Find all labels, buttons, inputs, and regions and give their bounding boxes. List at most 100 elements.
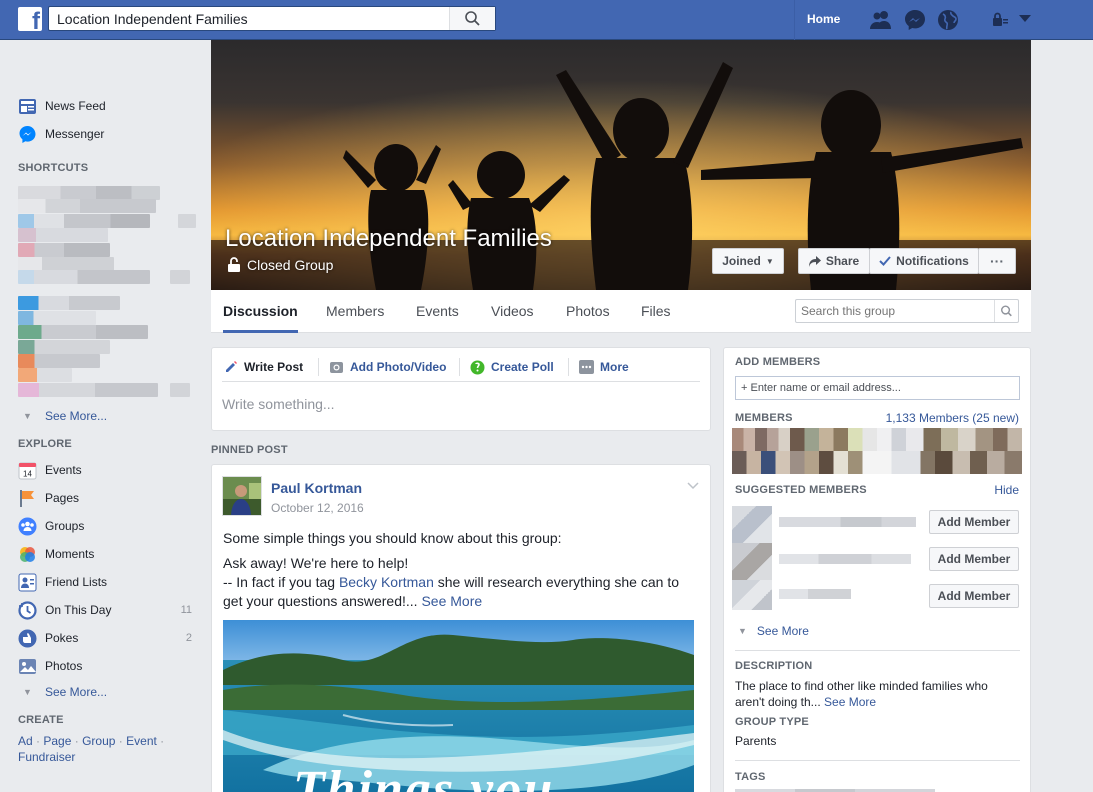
suggested-member-name[interactable] xyxy=(779,554,911,564)
group-cover-photo[interactable]: Location Independent Families Closed Gro… xyxy=(211,40,1031,290)
sidebar-item-on-this-day[interactable]: On This Day xyxy=(18,600,111,620)
global-search-box xyxy=(48,6,496,31)
member-avatars-pixelated[interactable] xyxy=(732,428,1022,474)
add-member-button[interactable]: Add Member xyxy=(929,547,1019,571)
shortcut-count xyxy=(170,270,190,284)
shortcut-item[interactable] xyxy=(18,257,114,271)
privacy-shortcuts-icon[interactable] xyxy=(992,11,1014,33)
shortcut-item[interactable] xyxy=(18,186,160,200)
shortcut-item[interactable] xyxy=(18,383,158,397)
author-avatar[interactable] xyxy=(222,476,262,516)
post-options-chevron-down-icon[interactable] xyxy=(687,479,699,493)
post-line: get your questions answered!... See More xyxy=(223,592,703,611)
share-button[interactable]: Share xyxy=(798,248,870,274)
sidebar-item-friend-lists[interactable]: Friend Lists xyxy=(18,572,107,592)
description-line: The place to find other like minded fami… xyxy=(735,679,988,693)
hide-suggested-link[interactable]: Hide xyxy=(994,483,1019,497)
shortcut-item[interactable] xyxy=(18,296,120,310)
create-ad-link[interactable]: Ad xyxy=(18,734,33,748)
post-composer: Write Post Add Photo/Video Create Poll M… xyxy=(211,347,711,431)
add-member-button[interactable]: Add Member xyxy=(929,584,1019,608)
facebook-logo-icon[interactable]: f xyxy=(18,7,42,31)
home-label: Home xyxy=(807,12,841,26)
tab-label: Photos xyxy=(566,303,610,319)
add-members-input[interactable]: + Enter name or email address... xyxy=(735,376,1020,400)
post-date[interactable]: October 12, 2016 xyxy=(271,501,364,515)
shortcut-item[interactable] xyxy=(18,311,96,325)
composer-input[interactable]: Write something... xyxy=(222,396,335,412)
more-options-button[interactable]: ··· xyxy=(978,248,1016,274)
search-button[interactable] xyxy=(449,7,495,30)
tab-events[interactable]: Events xyxy=(416,290,459,333)
joined-button[interactable]: Joined ▼ xyxy=(712,248,784,274)
create-fundraiser-link[interactable]: Fundraiser xyxy=(18,750,75,764)
sidebar-item-events[interactable]: 14 Events xyxy=(18,460,82,480)
composer-divider xyxy=(222,381,700,382)
post-image[interactable]: Things you xyxy=(223,620,694,792)
more-options-icon: ··· xyxy=(990,253,1004,269)
post-text: -- In fact if you tag xyxy=(223,574,339,590)
group-type-heading: GROUP TYPE xyxy=(735,716,809,728)
sidebar-item-groups[interactable]: Groups xyxy=(18,516,84,536)
explore-heading: EXPLORE xyxy=(18,438,72,450)
suggested-member-avatar[interactable] xyxy=(732,580,772,610)
sidebar-item-label: News Feed xyxy=(45,99,106,113)
home-link[interactable]: Home xyxy=(794,0,840,40)
search-icon[interactable] xyxy=(994,300,1018,322)
add-members-heading: ADD MEMBERS xyxy=(735,356,821,368)
notifications-globe-icon[interactable] xyxy=(937,9,959,31)
create-page-link[interactable]: Page xyxy=(43,734,71,748)
tab-members[interactable]: Members xyxy=(326,290,384,333)
shortcut-item[interactable] xyxy=(18,228,108,242)
share-label: Share xyxy=(825,254,860,268)
tab-files[interactable]: Files xyxy=(641,290,671,333)
create-event-link[interactable]: Event xyxy=(126,734,157,748)
tab-discussion[interactable]: Discussion xyxy=(223,290,298,333)
suggested-member-name[interactable] xyxy=(779,517,916,527)
shortcut-item[interactable] xyxy=(18,243,110,257)
notifications-button[interactable]: Notifications xyxy=(869,248,979,274)
more-composer-options-tab[interactable]: More xyxy=(579,358,629,376)
sidebar-item-moments[interactable]: Moments xyxy=(18,544,94,564)
members-count-link[interactable]: 1,133 Members (25 new) xyxy=(886,411,1019,425)
tags-heading: TAGS xyxy=(735,771,766,783)
tab-photos[interactable]: Photos xyxy=(566,290,610,333)
shortcut-item[interactable] xyxy=(18,354,100,368)
see-more-link[interactable]: See More xyxy=(421,593,482,609)
create-poll-tab[interactable]: Create Poll xyxy=(470,358,554,376)
suggested-member-avatar[interactable] xyxy=(732,543,772,583)
shortcut-item[interactable] xyxy=(18,368,72,382)
sidebar-item-news-feed[interactable]: News Feed xyxy=(18,96,106,116)
add-photo-video-tab[interactable]: Add Photo/Video xyxy=(329,358,446,376)
friend-requests-icon[interactable] xyxy=(869,9,891,31)
group-title[interactable]: Location Independent Families xyxy=(225,225,552,253)
tab-label: Files xyxy=(641,303,671,319)
shortcut-item[interactable] xyxy=(18,214,150,228)
sidebar-item-pages[interactable]: Pages xyxy=(18,488,79,508)
shortcut-item[interactable] xyxy=(18,199,156,213)
tagged-user-link[interactable]: Becky Kortman xyxy=(339,574,434,590)
create-group-link[interactable]: Group xyxy=(82,734,115,748)
global-search-input[interactable] xyxy=(49,7,449,30)
see-more-explore-link[interactable]: ▼ See More... xyxy=(18,682,107,702)
tab-videos[interactable]: Videos xyxy=(491,290,534,333)
shortcut-item[interactable] xyxy=(18,325,148,339)
sidebar-item-label: Friend Lists xyxy=(45,575,108,589)
shortcut-item[interactable] xyxy=(18,340,110,354)
account-menu-chevron-down-icon[interactable] xyxy=(1018,13,1040,35)
write-post-tab[interactable]: Write Post xyxy=(224,358,303,376)
shortcut-item[interactable] xyxy=(18,270,150,284)
add-member-button[interactable]: Add Member xyxy=(929,510,1019,534)
messenger-notifications-icon[interactable] xyxy=(904,9,926,31)
sidebar-item-photos[interactable]: Photos xyxy=(18,656,82,676)
group-search-input[interactable] xyxy=(796,300,992,322)
author-name-link[interactable]: Paul Kortman xyxy=(271,480,362,496)
suggested-member-name[interactable] xyxy=(779,589,851,599)
sidebar-item-messenger[interactable]: Messenger xyxy=(18,124,104,144)
suggested-member-avatar[interactable] xyxy=(732,506,772,546)
tab-label: Videos xyxy=(491,303,534,319)
see-more-suggested-link[interactable]: ▼ See More xyxy=(738,624,809,638)
see-more-shortcuts-link[interactable]: ▼ See More... xyxy=(18,406,107,426)
sidebar-item-pokes[interactable]: Pokes xyxy=(18,628,78,648)
description-see-more-link[interactable]: See More xyxy=(824,695,876,709)
